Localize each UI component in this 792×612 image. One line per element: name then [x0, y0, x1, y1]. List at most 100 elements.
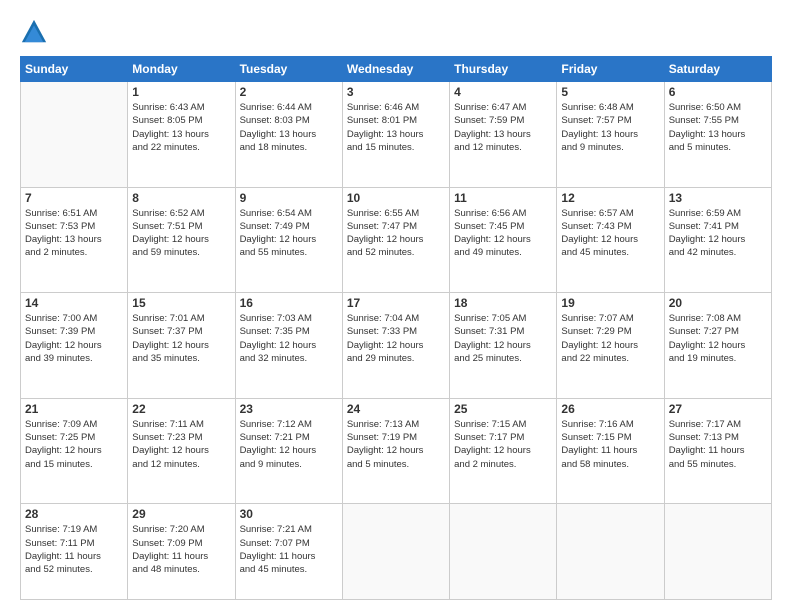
day-number: 18 [454, 296, 552, 310]
day-info: Sunrise: 7:03 AM Sunset: 7:35 PM Dayligh… [240, 312, 338, 365]
day-number: 9 [240, 191, 338, 205]
day-info: Sunrise: 6:44 AM Sunset: 8:03 PM Dayligh… [240, 101, 338, 154]
calendar-cell: 21Sunrise: 7:09 AM Sunset: 7:25 PM Dayli… [21, 398, 128, 504]
day-number: 6 [669, 85, 767, 99]
day-info: Sunrise: 6:51 AM Sunset: 7:53 PM Dayligh… [25, 207, 123, 260]
calendar-cell: 8 Sunrise: 6:52 AM Sunset: 7:51 PM Daylig… [128, 187, 235, 293]
day-info: Sunrise: 7:21 AM Sunset: 7:07 PM Dayligh… [240, 523, 338, 576]
calendar-cell: 27 Sunrise: 7:17 AM Sunset: 7:13 PM Dayli… [664, 398, 771, 504]
day-number: 3 [347, 85, 445, 99]
day-number: 8 [132, 191, 230, 205]
day-number: 23 [240, 402, 338, 416]
day-info: Sunrise: 7:11 AM Sunset: 7:23 PM Dayligh… [132, 418, 230, 471]
calendar-cell: 24 Sunrise: 7:13 AM Sunset: 7:19 PM Dayli… [342, 398, 449, 504]
day-info: Sunrise: 7:20 AM Sunset: 7:09 PM Dayligh… [132, 523, 230, 576]
day-info: Sunrise: 7:00 AM Sunset: 7:39 PM Dayligh… [25, 312, 123, 365]
logo-icon [20, 18, 48, 46]
day-number: 29 [132, 507, 230, 521]
day-number: 20 [669, 296, 767, 310]
day-number: 12 [561, 191, 659, 205]
page: SundayMondayTuesdayWednesdayThursdayFrid… [0, 0, 792, 612]
calendar-cell: 11 Sunrise: 6:56 AM Sunset: 7:45 PM Dayli… [450, 187, 557, 293]
day-info: Sunrise: 7:01 AM Sunset: 7:37 PM Dayligh… [132, 312, 230, 365]
calendar-header-row: SundayMondayTuesdayWednesdayThursdayFrid… [21, 57, 772, 82]
calendar-cell: 4 Sunrise: 6:47 AM Sunset: 7:59 PM Daylig… [450, 82, 557, 188]
calendar-cell: 3 Sunrise: 6:46 AM Sunset: 8:01 PM Daylig… [342, 82, 449, 188]
calendar-cell: 5 Sunrise: 6:48 AM Sunset: 7:57 PM Daylig… [557, 82, 664, 188]
day-info: Sunrise: 6:55 AM Sunset: 7:47 PM Dayligh… [347, 207, 445, 260]
day-info: Sunrise: 6:50 AM Sunset: 7:55 PM Dayligh… [669, 101, 767, 154]
calendar-cell: 29 Sunrise: 7:20 AM Sunset: 7:09 PM Dayli… [128, 504, 235, 600]
day-number: 30 [240, 507, 338, 521]
calendar-cell: 19 Sunrise: 7:07 AM Sunset: 7:29 PM Dayli… [557, 293, 664, 399]
day-info: Sunrise: 7:08 AM Sunset: 7:27 PM Dayligh… [669, 312, 767, 365]
calendar-week-row: 21Sunrise: 7:09 AM Sunset: 7:25 PM Dayli… [21, 398, 772, 504]
calendar-cell: 28Sunrise: 7:19 AM Sunset: 7:11 PM Dayli… [21, 504, 128, 600]
day-info: Sunrise: 6:57 AM Sunset: 7:43 PM Dayligh… [561, 207, 659, 260]
day-info: Sunrise: 7:12 AM Sunset: 7:21 PM Dayligh… [240, 418, 338, 471]
calendar-cell: 6 Sunrise: 6:50 AM Sunset: 7:55 PM Daylig… [664, 82, 771, 188]
day-info: Sunrise: 6:46 AM Sunset: 8:01 PM Dayligh… [347, 101, 445, 154]
day-info: Sunrise: 7:16 AM Sunset: 7:15 PM Dayligh… [561, 418, 659, 471]
day-info: Sunrise: 6:59 AM Sunset: 7:41 PM Dayligh… [669, 207, 767, 260]
day-number: 19 [561, 296, 659, 310]
calendar-cell: 1 Sunrise: 6:43 AM Sunset: 8:05 PM Daylig… [128, 82, 235, 188]
day-info: Sunrise: 6:48 AM Sunset: 7:57 PM Dayligh… [561, 101, 659, 154]
day-info: Sunrise: 7:19 AM Sunset: 7:11 PM Dayligh… [25, 523, 123, 576]
day-number: 15 [132, 296, 230, 310]
calendar-cell: 20 Sunrise: 7:08 AM Sunset: 7:27 PM Dayli… [664, 293, 771, 399]
day-number: 26 [561, 402, 659, 416]
day-info: Sunrise: 7:13 AM Sunset: 7:19 PM Dayligh… [347, 418, 445, 471]
calendar-week-row: 1 Sunrise: 6:43 AM Sunset: 8:05 PM Daylig… [21, 82, 772, 188]
day-info: Sunrise: 6:47 AM Sunset: 7:59 PM Dayligh… [454, 101, 552, 154]
calendar-cell: 22 Sunrise: 7:11 AM Sunset: 7:23 PM Dayli… [128, 398, 235, 504]
logo [20, 18, 52, 46]
day-number: 27 [669, 402, 767, 416]
calendar-cell: 10 Sunrise: 6:55 AM Sunset: 7:47 PM Dayli… [342, 187, 449, 293]
day-info: Sunrise: 7:07 AM Sunset: 7:29 PM Dayligh… [561, 312, 659, 365]
day-number: 16 [240, 296, 338, 310]
calendar-cell: 26 Sunrise: 7:16 AM Sunset: 7:15 PM Dayli… [557, 398, 664, 504]
calendar-cell: 18Sunrise: 7:05 AM Sunset: 7:31 PM Dayli… [450, 293, 557, 399]
day-number: 5 [561, 85, 659, 99]
day-info: Sunrise: 6:54 AM Sunset: 7:49 PM Dayligh… [240, 207, 338, 260]
weekday-header-saturday: Saturday [664, 57, 771, 82]
day-number: 11 [454, 191, 552, 205]
calendar-cell: 12 Sunrise: 6:57 AM Sunset: 7:43 PM Dayli… [557, 187, 664, 293]
calendar-cell: 15 Sunrise: 7:01 AM Sunset: 7:37 PM Dayli… [128, 293, 235, 399]
calendar-cell: 9 Sunrise: 6:54 AM Sunset: 7:49 PM Daylig… [235, 187, 342, 293]
day-number: 22 [132, 402, 230, 416]
day-info: Sunrise: 6:56 AM Sunset: 7:45 PM Dayligh… [454, 207, 552, 260]
weekday-header-monday: Monday [128, 57, 235, 82]
calendar-cell: 13Sunrise: 6:59 AM Sunset: 7:41 PM Dayli… [664, 187, 771, 293]
day-info: Sunrise: 6:52 AM Sunset: 7:51 PM Dayligh… [132, 207, 230, 260]
calendar-cell: 16 Sunrise: 7:03 AM Sunset: 7:35 PM Dayli… [235, 293, 342, 399]
calendar-table: SundayMondayTuesdayWednesdayThursdayFrid… [20, 56, 772, 600]
day-number: 14 [25, 296, 123, 310]
calendar-cell: 2 Sunrise: 6:44 AM Sunset: 8:03 PM Daylig… [235, 82, 342, 188]
calendar-cell [664, 504, 771, 600]
calendar-cell: 23 Sunrise: 7:12 AM Sunset: 7:21 PM Dayli… [235, 398, 342, 504]
calendar-week-row: 14 Sunrise: 7:00 AM Sunset: 7:39 PM Dayli… [21, 293, 772, 399]
day-number: 4 [454, 85, 552, 99]
calendar-cell [21, 82, 128, 188]
calendar-week-row: 28Sunrise: 7:19 AM Sunset: 7:11 PM Dayli… [21, 504, 772, 600]
day-number: 1 [132, 85, 230, 99]
calendar-cell: 30 Sunrise: 7:21 AM Sunset: 7:07 PM Dayli… [235, 504, 342, 600]
day-info: Sunrise: 7:17 AM Sunset: 7:13 PM Dayligh… [669, 418, 767, 471]
weekday-header-friday: Friday [557, 57, 664, 82]
day-number: 10 [347, 191, 445, 205]
calendar-cell [450, 504, 557, 600]
calendar-cell [342, 504, 449, 600]
calendar-cell: 14 Sunrise: 7:00 AM Sunset: 7:39 PM Dayli… [21, 293, 128, 399]
day-number: 24 [347, 402, 445, 416]
day-number: 2 [240, 85, 338, 99]
day-info: Sunrise: 6:43 AM Sunset: 8:05 PM Dayligh… [132, 101, 230, 154]
day-number: 17 [347, 296, 445, 310]
header [20, 18, 772, 46]
calendar-cell [557, 504, 664, 600]
day-info: Sunrise: 7:15 AM Sunset: 7:17 PM Dayligh… [454, 418, 552, 471]
day-info: Sunrise: 7:04 AM Sunset: 7:33 PM Dayligh… [347, 312, 445, 365]
calendar-cell: 25Sunrise: 7:15 AM Sunset: 7:17 PM Dayli… [450, 398, 557, 504]
weekday-header-wednesday: Wednesday [342, 57, 449, 82]
